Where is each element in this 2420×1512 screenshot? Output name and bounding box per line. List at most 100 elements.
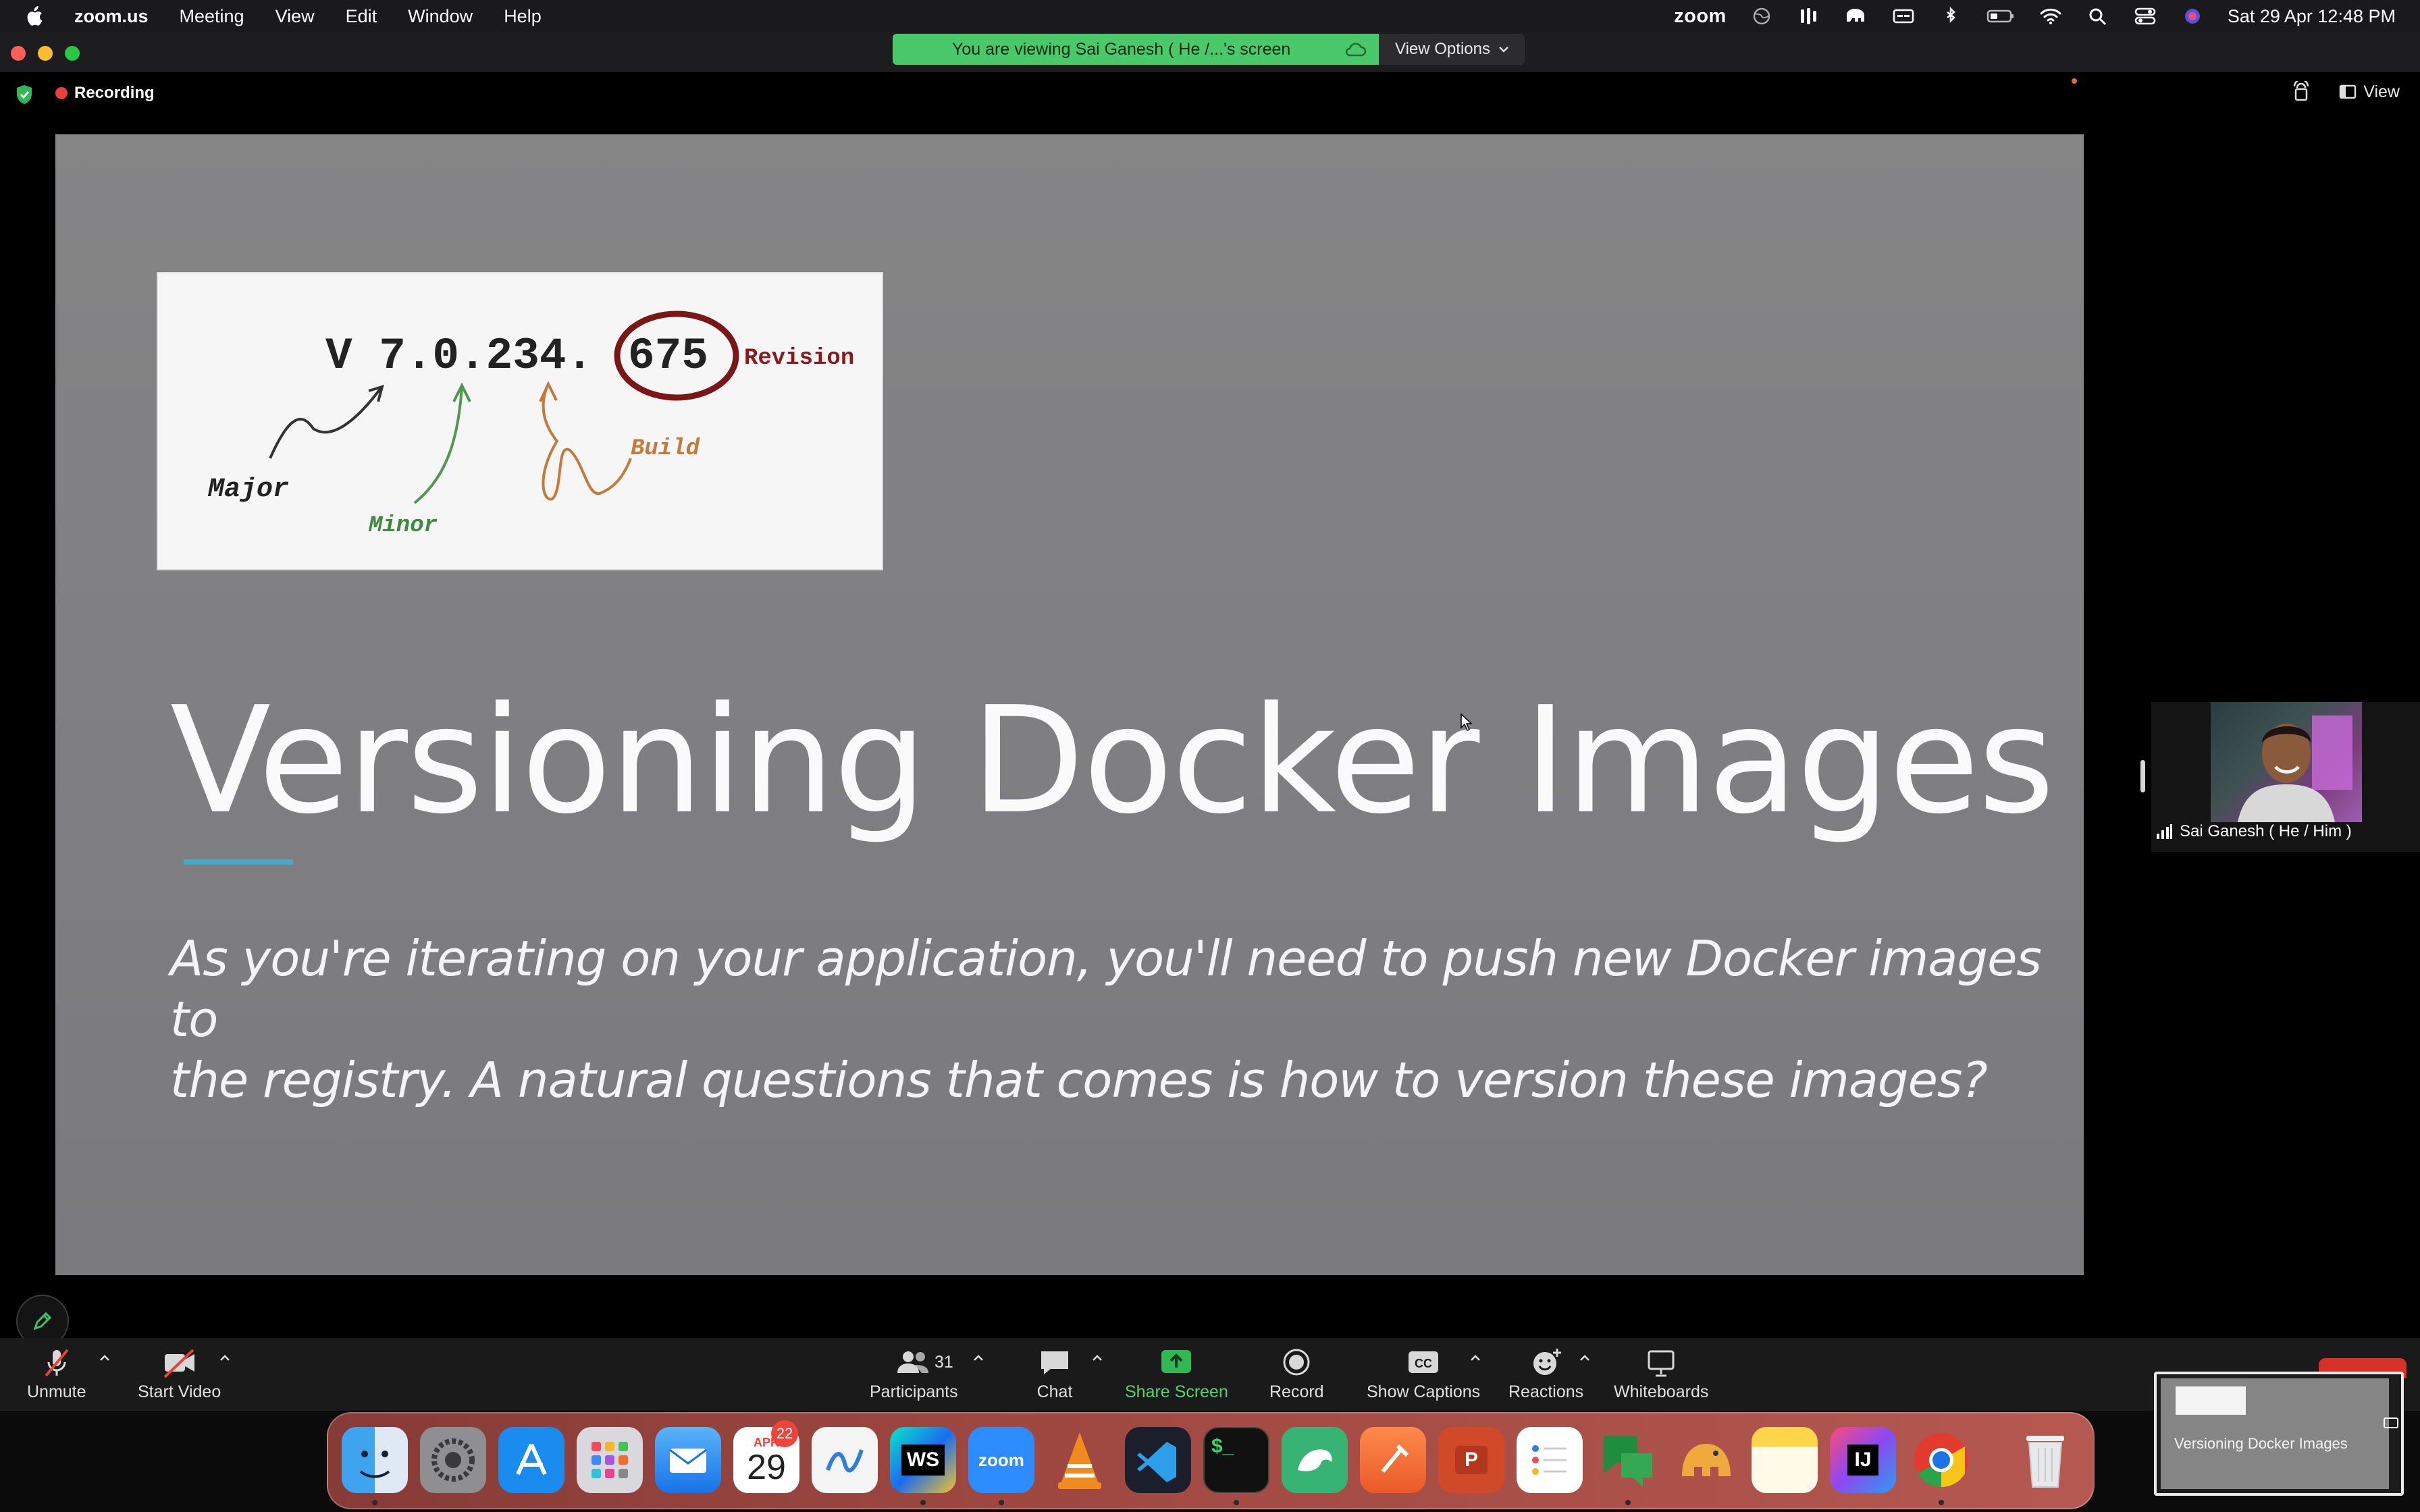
- menu-help[interactable]: Help: [504, 6, 542, 27]
- dock-notes-icon[interactable]: [1752, 1427, 1818, 1493]
- video-options-caret-icon[interactable]: [219, 1354, 231, 1362]
- reactions-caret-icon[interactable]: [1579, 1354, 1591, 1362]
- dock-vlc-icon[interactable]: [1047, 1427, 1113, 1493]
- control-center-icon[interactable]: [2133, 7, 2157, 26]
- dock-postman-icon[interactable]: [1360, 1427, 1426, 1493]
- mini-slide-title: Versioning Docker Images: [2174, 1435, 2348, 1452]
- dock-vscode-icon[interactable]: [1125, 1427, 1191, 1493]
- menu-app-name[interactable]: zoom.us: [74, 6, 149, 27]
- recording-indicator[interactable]: Recording: [55, 84, 155, 103]
- build-squiggle: [542, 441, 632, 501]
- spotlight-search-icon[interactable]: [2086, 7, 2110, 26]
- view-options-label: View Options: [1395, 40, 1490, 58]
- battery-icon[interactable]: [1986, 7, 2016, 26]
- dock-zoom-icon[interactable]: zoom: [968, 1427, 1034, 1493]
- participants-label: Participants: [870, 1382, 958, 1401]
- viewing-status-text: You are viewing Sai Ganesh ( He /...'s s…: [952, 39, 1291, 59]
- siri-icon[interactable]: [2180, 7, 2205, 26]
- viewing-status: You are viewing Sai Ganesh ( He /...'s s…: [893, 34, 1379, 65]
- window-minimize-button[interactable]: [38, 46, 53, 61]
- shared-slide: V 7.0.234. 675 Revision Major Minor Buil…: [55, 134, 2084, 1275]
- captions-menu-icon[interactable]: [1891, 7, 1916, 26]
- version-diagram-image: V 7.0.234. 675 Revision Major Minor Buil…: [157, 272, 883, 570]
- powerpoint-text: P: [1454, 1446, 1488, 1474]
- dock-webstorm-icon[interactable]: WS: [890, 1427, 956, 1493]
- bluetooth-icon[interactable]: [1939, 7, 1963, 26]
- dock-trash-icon[interactable]: [2012, 1427, 2078, 1493]
- elephant-icon[interactable]: [1844, 7, 1868, 26]
- participants-caret-icon[interactable]: [972, 1354, 984, 1362]
- reactions-label: Reactions: [1508, 1382, 1584, 1401]
- start-video-button[interactable]: Start Video: [138, 1347, 221, 1402]
- participants-count: 31: [935, 1353, 953, 1372]
- view-layout-icon[interactable]: [2339, 84, 2357, 99]
- menu-edit[interactable]: Edit: [346, 6, 377, 27]
- share-preview-thumbnail[interactable]: Versioning Docker Images: [2154, 1372, 2404, 1496]
- menu-bar-clock[interactable]: Sat 29 Apr 12:48 PM: [2228, 6, 2396, 27]
- share-screen-button[interactable]: Share Screen: [1125, 1347, 1228, 1402]
- terminal-running-indicator: [1234, 1500, 1239, 1505]
- screen-share-banner: You are viewing Sai Ganesh ( He /...'s s…: [893, 34, 1525, 65]
- recording-dot-icon: [55, 87, 68, 99]
- version-text: V 7.0.234.: [325, 331, 593, 381]
- mini-camera-icon: [2384, 1418, 2398, 1428]
- participant-name-tag: Sai Ganesh ( He / Him ): [2155, 822, 2352, 841]
- dock-freeform-icon[interactable]: [812, 1427, 878, 1493]
- chat-caret-icon[interactable]: [1091, 1354, 1103, 1362]
- dock-reminders-icon[interactable]: [1517, 1427, 1583, 1493]
- audio-options-caret-icon[interactable]: [99, 1354, 111, 1362]
- window-close-button[interactable]: [11, 46, 26, 61]
- macos-menu-bar: zoom.us Meeting View Edit Window Help zo…: [0, 0, 2420, 32]
- dock-finder-icon[interactable]: [342, 1427, 408, 1493]
- view-options-button[interactable]: View Options: [1379, 34, 1525, 65]
- mini-slide: Versioning Docker Images: [2161, 1378, 2389, 1489]
- reactions-button[interactable]: Reactions: [1508, 1347, 1583, 1402]
- audio-levels-icon[interactable]: [1797, 7, 1821, 26]
- chrome-running-indicator: [1939, 1500, 1944, 1505]
- dock-google-chat-icon[interactable]: [1595, 1427, 1661, 1493]
- menu-view[interactable]: View: [275, 6, 315, 27]
- terminal-text: $_: [1211, 1435, 1234, 1457]
- dock-intellij-icon[interactable]: IJ: [1830, 1427, 1896, 1493]
- build-label: Build: [631, 436, 700, 462]
- chat-label: Chat: [1036, 1382, 1073, 1401]
- wifi-icon[interactable]: [2038, 7, 2063, 26]
- encryption-shield-icon[interactable]: [15, 84, 34, 105]
- immersive-mode-icon[interactable]: [2292, 81, 2311, 103]
- dock-powerpoint-icon[interactable]: P: [1438, 1427, 1504, 1493]
- participants-icon: [897, 1351, 929, 1373]
- dock-tableplus-icon[interactable]: [1673, 1427, 1739, 1493]
- dock-mysql-workbench-icon[interactable]: [1282, 1427, 1348, 1493]
- window-fullscreen-button[interactable]: [65, 46, 80, 61]
- menu-meeting[interactable]: Meeting: [180, 6, 244, 27]
- reactions-smiley-icon: [1533, 1349, 1561, 1375]
- microphone-muted-icon: [45, 1349, 69, 1377]
- dock-system-settings-icon[interactable]: [420, 1427, 486, 1493]
- dock-launchpad-icon[interactable]: [577, 1427, 643, 1493]
- captions-icon-text: CC: [1415, 1357, 1432, 1370]
- globe-icon[interactable]: [1750, 7, 1774, 26]
- meeting-area: Recording View V 7.0.234. 675 Revision M…: [0, 72, 2420, 1347]
- menu-window[interactable]: Window: [408, 6, 473, 27]
- view-button[interactable]: View: [2363, 82, 2400, 102]
- chat-button[interactable]: Chat: [1036, 1347, 1074, 1402]
- dock-app-store-icon[interactable]: [498, 1427, 564, 1493]
- dock-chrome-icon[interactable]: [1908, 1427, 1974, 1493]
- dock-mail-icon[interactable]: [655, 1427, 721, 1493]
- dock-terminal-icon[interactable]: $_: [1203, 1427, 1269, 1493]
- show-captions-button[interactable]: CC Show Captions: [1367, 1347, 1480, 1402]
- zoom-status-item[interactable]: zoom: [1674, 5, 1727, 28]
- slide-body-line-1: As you're iterating on your application,…: [170, 930, 2042, 1048]
- slide-title: Versioning Docker Images: [170, 676, 2055, 846]
- captions-caret-icon[interactable]: [1469, 1354, 1481, 1362]
- apple-icon[interactable]: [24, 5, 43, 27]
- record-button[interactable]: Record: [1269, 1347, 1324, 1402]
- participant-video-feed: [2211, 702, 2362, 822]
- macos-dock: APR 29 22 WS zoom $_ P IJ: [327, 1412, 2319, 1509]
- unmute-button[interactable]: Unmute: [27, 1347, 86, 1402]
- participant-video-tile[interactable]: Sai Ganesh ( He / Him ): [2151, 702, 2420, 852]
- whiteboards-button[interactable]: Whiteboards: [1614, 1347, 1708, 1402]
- participant-avatar-icon: [2238, 716, 2352, 822]
- video-panel-handle[interactable]: [2140, 760, 2145, 792]
- calendar-badge-wrap: 22: [771, 1420, 798, 1447]
